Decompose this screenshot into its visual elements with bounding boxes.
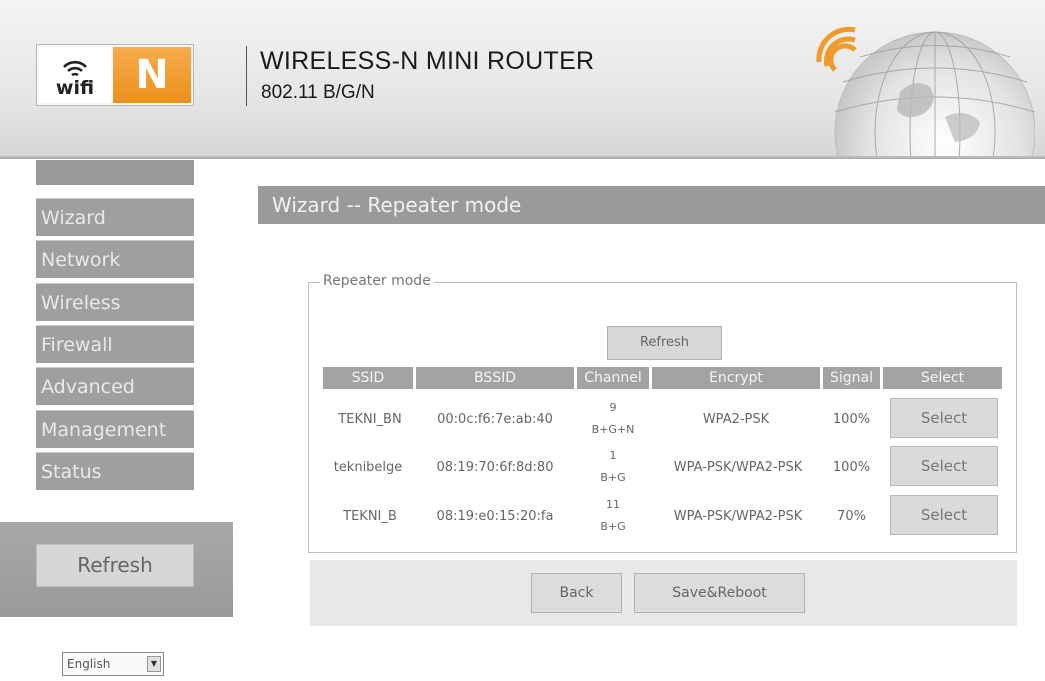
wifi-n-logo: wifi N	[36, 44, 194, 106]
cell-channel: 9	[609, 401, 617, 414]
header-divider	[246, 46, 247, 106]
refresh-button[interactable]: Refresh	[607, 326, 722, 360]
sidebar-top-bar	[36, 160, 194, 185]
cell-ssid: TEKNI_BN	[338, 412, 402, 427]
wifi-logo: wifi	[39, 47, 111, 103]
cell-bssid: 08:19:70:6f:8d:80	[436, 460, 554, 475]
sidebar-item-wireless[interactable]: Wireless	[36, 283, 194, 321]
sidebar-item-advanced[interactable]: Advanced	[36, 367, 194, 405]
header-divider-line	[0, 156, 1045, 159]
column-header-ssid: SSID	[323, 367, 413, 389]
sidebar-item-wizard[interactable]: Wizard	[36, 198, 194, 236]
column-header-channel: Channel	[577, 367, 649, 389]
sidebar-item-management[interactable]: Management	[36, 410, 194, 448]
n-logo-text: N	[113, 47, 191, 103]
globe-icon	[816, 26, 1035, 158]
chevron-down-icon[interactable]: ▼	[147, 656, 161, 672]
cell-signal: 100%	[832, 412, 871, 427]
fieldset-legend: Repeater mode	[320, 273, 434, 289]
cell-signal: 70%	[837, 509, 866, 524]
sidebar-refresh-button[interactable]: Refresh	[36, 544, 194, 587]
save-reboot-button[interactable]: Save&Reboot	[634, 573, 805, 613]
cell-channel: 1	[609, 449, 617, 462]
header: wifi N WIRELESS-N MINI ROUTER 802.11 B/G…	[0, 0, 1045, 158]
cell-channel: 11	[606, 498, 620, 511]
language-select[interactable]: English ▼	[62, 652, 164, 676]
cell-mode: B+G	[600, 471, 626, 484]
page-title: Wizard -- Repeater mode	[258, 186, 1045, 224]
back-button[interactable]: Back	[531, 573, 622, 613]
product-subtitle: 802.11 B/G/N	[261, 82, 375, 103]
cell-bssid: 00:0c:f6:7e:ab:40	[437, 412, 553, 427]
column-header-bssid: BSSID	[416, 367, 574, 389]
select-button[interactable]: Select	[890, 398, 998, 438]
column-header-encrypt: Encrypt	[652, 367, 820, 389]
cell-ssid: TEKNI_B	[343, 509, 397, 524]
sidebar-item-network[interactable]: Network	[36, 240, 194, 278]
cell-encrypt: WPA-PSK/WPA2-PSK	[673, 460, 803, 475]
language-value: English	[67, 657, 111, 671]
cell-ssid: teknibelge	[333, 460, 403, 475]
select-button[interactable]: Select	[890, 446, 998, 486]
select-button[interactable]: Select	[890, 495, 998, 535]
column-header-signal: Signal	[823, 367, 880, 389]
cell-encrypt: WPA-PSK/WPA2-PSK	[673, 509, 803, 524]
column-header-select: Select	[883, 367, 1002, 389]
wifi-logo-text: wifi	[55, 77, 95, 99]
cell-mode: B+G	[600, 520, 626, 533]
cell-bssid: 08:19:e0:15:20:fa	[436, 509, 554, 524]
cell-encrypt: WPA2-PSK	[702, 412, 770, 427]
product-title: WIRELESS-N MINI ROUTER	[260, 47, 595, 75]
cell-mode: B+G+N	[591, 423, 635, 436]
sidebar-item-firewall[interactable]: Firewall	[36, 325, 194, 363]
sidebar-item-status[interactable]: Status	[36, 452, 194, 490]
cell-signal: 100%	[832, 460, 871, 475]
